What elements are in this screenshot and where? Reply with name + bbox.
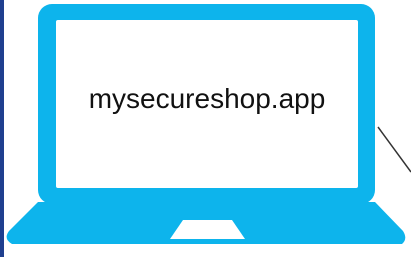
screen-url-text: mysecureshop.app [89, 83, 326, 114]
laptop-icon: mysecureshop.app [0, 0, 411, 257]
connector-line [377, 126, 411, 173]
left-edge-bar [0, 0, 4, 257]
trackpad [170, 220, 245, 239]
laptop-illustration: mysecureshop.app [0, 0, 411, 257]
